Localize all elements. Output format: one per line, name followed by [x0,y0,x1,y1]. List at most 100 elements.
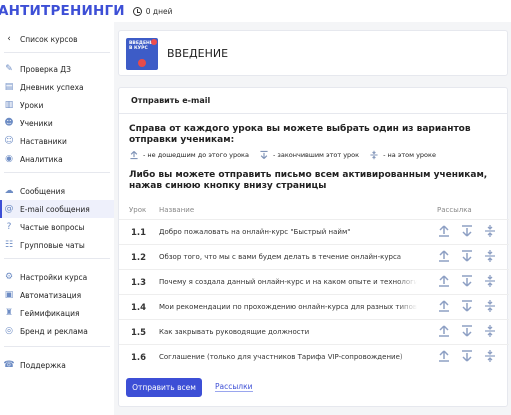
lesson-number: 1.5 [131,328,147,338]
lesson-thumbnail: ВВЕДЕНИЕ В КУРС [126,38,158,70]
send-finished-button[interactable] [460,249,474,263]
sidebar-item[interactable]: ☷ Групповые чаты [0,236,114,254]
sidebar-item[interactable]: ☺ Наставники [0,132,114,150]
sidebar-item-label: Наставники [20,136,67,146]
lesson-name[interactable]: Мои рекомендации по прохождению онлайн-к… [159,303,417,311]
send-actions [437,324,497,338]
sidebar-item-label: Поддержка [20,360,66,370]
table-row: 1.6 Соглашение (только для участников Тар… [119,344,509,369]
book-icon: ▥ [4,100,14,110]
on-lesson-icon [370,150,378,160]
sidebar-item-label: Аналитика [20,154,63,164]
sidebar-item[interactable]: ▥ Уроки [0,96,114,114]
mentors-icon: ☺ [4,136,14,146]
lesson-name[interactable]: Обзор того, что мы с вами будем делать в… [159,253,417,261]
send-finished-button[interactable] [460,224,474,238]
panel-title: Отправить e-mail [131,96,211,105]
brand-icon: ◎ [5,326,13,336]
lesson-number: 1.6 [131,353,147,363]
sidebar-item-label: Проверка ДЗ [20,64,71,74]
divider [4,52,110,53]
mailings-link[interactable]: Рассылки [215,382,253,392]
sidebar-item-label: Частые вопросы [20,222,85,232]
at-icon: @ [4,204,14,214]
legend: - не дошедшим до этого урока - закончивш… [129,149,504,161]
download-down-icon [462,325,472,337]
lesson-name[interactable]: Соглашение (только для участников Тарифа… [159,353,417,361]
sidebar-item-label: Автоматизация [20,290,82,300]
send-on-lesson-button[interactable] [483,274,497,288]
table-row: 1.2 Обзор того, что мы с вами будем делат… [119,244,509,269]
phone-icon: ☎ [3,360,15,370]
back-to-courses[interactable]: ‹ Список курсов [0,30,114,48]
days-label: 0 дней [145,6,173,16]
lesson-number: 1.1 [131,228,147,238]
sidebar-item[interactable]: ☎ Поддержка [0,356,114,374]
send-all-hint: Либо вы можете отправить письмо всем акт… [129,170,488,191]
legend-item: - не дошедшим до этого урока [129,150,249,160]
table-row: 1.3 Почему я создала данный онлайн-курс и… [119,269,509,294]
messages-icon: ☁ [4,186,14,196]
sidebar-item[interactable]: ◎ Бренд и реклама [0,322,114,340]
sidebar-item[interactable]: @ E-mail сообщения [0,200,114,218]
send-not-reached-button[interactable] [437,349,451,363]
thumbnail-badge [151,39,157,45]
lesson-name[interactable]: Как закрывать руководящие должности [159,328,417,336]
send-on-lesson-button[interactable] [483,299,497,313]
legend-item: - закончившим этот урок [259,150,359,160]
sidebar-item[interactable]: ◉ Аналитика [0,150,114,168]
column-lesson: Урок [129,206,147,214]
sidebar-item[interactable]: ▤ Дневник успеха [0,78,114,96]
send-on-lesson-button[interactable] [483,224,497,238]
send-finished-button[interactable] [460,349,474,363]
sidebar-item[interactable]: ✎ Проверка ДЗ [0,60,114,78]
send-not-reached-button[interactable] [437,299,451,313]
on-lesson-icon [485,225,495,237]
download-down-icon [462,350,472,362]
upload-up-icon [439,250,449,262]
table-row: 1.4 Мои рекомендации по прохождению онлай… [119,294,509,319]
send-finished-button[interactable] [460,324,474,338]
divider [4,346,110,347]
lesson-title: ВВЕДЕНИЕ [167,47,229,60]
thumbnail-mark [138,59,146,67]
column-name: Название [159,206,195,214]
sidebar-item[interactable]: ☻ Ученики [0,114,114,132]
send-finished-button[interactable] [460,274,474,288]
send-on-lesson-button[interactable] [483,249,497,263]
sidebar-item-label: Настройки курса [20,272,88,282]
sidebar-item[interactable]: ♜ Геймификация [0,304,114,322]
sidebar-item-label: Дневник успеха [20,82,84,92]
send-finished-button[interactable] [460,299,474,313]
send-not-reached-button[interactable] [437,274,451,288]
send-on-lesson-button[interactable] [483,324,497,338]
send-on-lesson-button[interactable] [483,349,497,363]
send-not-reached-button[interactable] [437,249,451,263]
download-down-icon [462,275,472,287]
lesson-number: 1.3 [131,278,147,288]
on-lesson-icon [485,275,495,287]
top-bar: АНТИТРЕНИНГИ 0 дней [0,0,511,22]
table-row: 1.5 Как закрывать руководящие должности [119,319,509,344]
settings-icon: ⚙ [4,272,14,282]
sidebar-item[interactable]: ⚙ Настройки курса [0,268,114,286]
sidebar-item[interactable]: ☁ Сообщения [0,182,114,200]
lesson-number: 1.2 [131,253,147,263]
sidebar-item[interactable]: ? Частые вопросы [0,218,114,236]
send-all-button[interactable]: Отправить всем [126,378,202,397]
sidebar-item-label: Бренд и реклама [20,326,88,336]
lesson-card: ВВЕДЕНИЕ В КУРС ВВЕДЕНИЕ [118,30,508,76]
send-not-reached-button[interactable] [437,324,451,338]
edit-icon: ✎ [5,64,13,74]
logo[interactable]: АНТИТРЕНИНГИ [0,3,125,19]
lesson-name[interactable]: Добро пожаловать на онлайн-курс "Быстрый… [159,228,417,236]
sidebar-item[interactable]: ▣ Автоматизация [0,286,114,304]
table-row: 1.1 Добро пожаловать на онлайн-курс "Быст… [119,219,509,244]
clock-icon [132,6,142,16]
sidebar-item-label: E-mail сообщения [20,204,90,214]
gamification-icon: ♜ [4,308,14,318]
upload-up-icon [439,350,449,362]
upload-up-icon [130,151,138,160]
send-not-reached-button[interactable] [437,224,451,238]
lesson-name[interactable]: Почему я создала данный онлайн-курс и на… [159,278,417,286]
